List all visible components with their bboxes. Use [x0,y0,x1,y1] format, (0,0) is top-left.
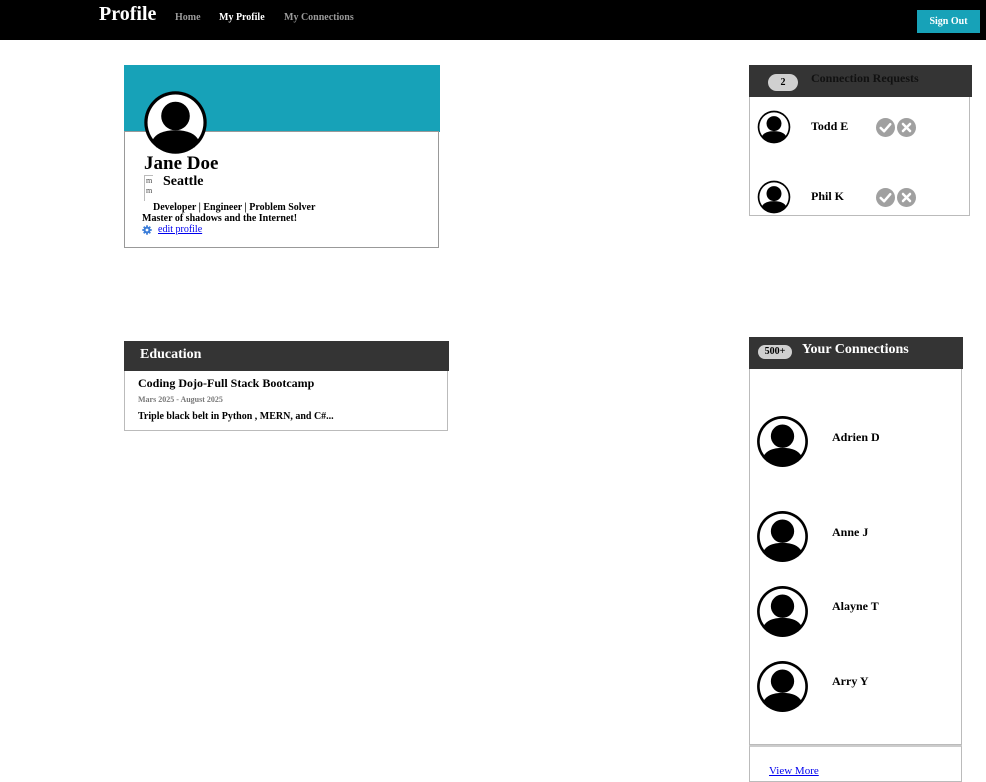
connection-requests-title: Connection Requests [811,71,919,85]
profile-name: Jane Doe [144,153,219,174]
your-connections-header: 500+ Your Connections [749,337,963,369]
requests-count-badge: 2 [768,74,798,91]
location-image-broken: m m [144,175,153,201]
nav-link-my-profile[interactable]: My Profile [219,12,265,23]
profile-headline: Developer | Engineer | Problem Solver [153,202,316,213]
sign-out-button[interactable]: Sign Out [917,10,980,33]
connection-requests-list: Todd E Phil K [749,97,970,216]
user-avatar-icon [757,180,791,214]
user-avatar-icon [756,585,809,638]
profile-bio: Master of shadows and the Internet! [142,213,298,224]
education-description: Triple black belt in Python , MERN, and … [138,411,334,422]
edit-profile-link[interactable]: edit profile [158,224,202,235]
brand-title[interactable]: Profile [99,3,156,26]
education-title: Education [140,347,202,362]
connection-name[interactable]: Arry Y [832,674,869,689]
user-avatar-icon [756,510,809,563]
your-connections-panel: 500+ Your Connections Adrien D Anne J Al… [749,337,963,782]
user-avatar-icon [756,415,809,468]
connection-requests-header: 2 Connection Requests [749,65,972,97]
accept-check-icon[interactable] [876,188,895,207]
education-dates: Mars 2025 - August 2025 [138,395,223,404]
decline-x-icon[interactable] [897,118,916,137]
connections-count-badge: 500+ [758,345,792,359]
nav-link-home[interactable]: Home [175,12,201,23]
profile-card: Jane Doe m m Seattle Developer | Enginee… [124,65,440,249]
view-more-link[interactable]: View More [769,765,819,777]
gear-icon[interactable] [142,225,152,235]
request-name[interactable]: Todd E [811,119,848,134]
request-name[interactable]: Phil K [811,189,844,204]
connection-name[interactable]: Alayne T [832,599,879,614]
nav-link-my-connections[interactable]: My Connections [284,12,354,23]
profile-location: Seattle [163,174,204,189]
education-header: Education [124,341,449,371]
user-avatar-icon [756,660,809,713]
connection-name[interactable]: Anne J [832,525,868,540]
connection-requests-panel: 2 Connection Requests Todd E Phil K [749,65,972,216]
accept-check-icon[interactable] [876,118,895,137]
your-connections-title: Your Connections [802,342,909,357]
user-avatar-icon [143,90,208,155]
connection-name[interactable]: Adrien D [832,430,880,445]
connections-list: Adrien D Anne J Alayne T Arry Y [749,369,962,745]
education-entry: Coding Dojo-Full Stack Bootcamp Mars 202… [124,371,448,431]
connections-footer: View More [749,745,962,782]
education-panel: Education Coding Dojo-Full Stack Bootcam… [124,341,449,431]
user-avatar-icon [757,110,791,144]
education-school: Coding Dojo-Full Stack Bootcamp [138,376,315,390]
decline-x-icon[interactable] [897,188,916,207]
top-navbar: Profile Home My Profile My Connections S… [0,0,986,40]
